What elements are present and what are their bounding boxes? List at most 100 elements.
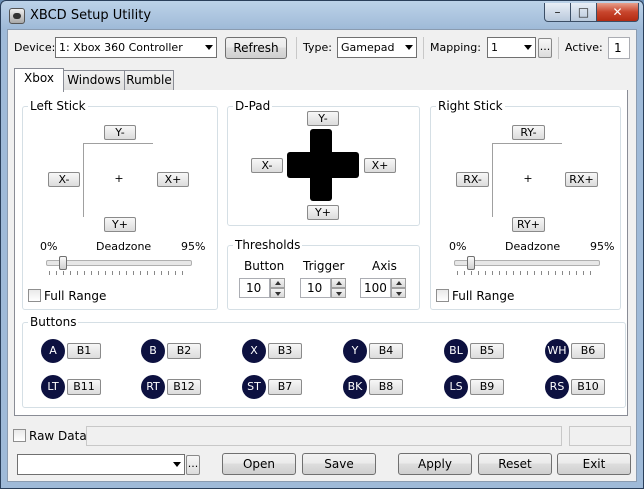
- chevron-down-icon: [405, 45, 413, 50]
- left-full-range-checkbox[interactable]: [28, 289, 41, 302]
- pad-button-bk: BK: [343, 375, 367, 399]
- save-button[interactable]: Save: [302, 453, 376, 475]
- active-label: Active:: [565, 41, 603, 54]
- tab-xbox[interactable]: Xbox: [14, 68, 64, 92]
- right-deadzone-slider[interactable]: [454, 260, 600, 266]
- type-select-value: Gamepad: [341, 41, 395, 54]
- type-select[interactable]: Gamepad: [337, 37, 417, 58]
- pad-button-b: B: [141, 339, 165, 363]
- right-deadzone-label: Deadzone: [505, 240, 561, 253]
- raw-data-display: [86, 426, 562, 446]
- left-stick-axis-horizontal: [83, 143, 153, 144]
- pad-button-a: A: [41, 339, 65, 363]
- chevron-down-icon: [524, 45, 532, 50]
- left-deadzone-slider[interactable]: [46, 260, 192, 266]
- file-select[interactable]: [17, 454, 185, 475]
- toolbar-divider: [423, 37, 424, 59]
- chevron-down-icon: [205, 45, 213, 50]
- left-deadzone-ticks: [49, 271, 189, 275]
- pad-button-st: ST: [242, 375, 266, 399]
- reset-button[interactable]: Reset: [478, 453, 552, 475]
- raw-data-label: Raw Data: [29, 429, 87, 443]
- map-button-rs[interactable]: B10: [571, 379, 605, 395]
- maximize-button[interactable]: □: [570, 3, 597, 22]
- map-button-bl[interactable]: B5: [470, 343, 504, 359]
- device-select-value: 1: Xbox 360 Controller: [59, 41, 183, 54]
- threshold-axis-spinner[interactable]: [391, 278, 406, 298]
- left-stick-y-minus-button[interactable]: Y-: [104, 125, 136, 140]
- thresholds-title: Thresholds: [233, 238, 303, 252]
- map-button-y[interactable]: B4: [369, 343, 403, 359]
- right-stick-axis-horizontal: [492, 143, 562, 144]
- left-stick-x-plus-button[interactable]: X+: [157, 172, 189, 187]
- map-button-a[interactable]: B1: [67, 343, 101, 359]
- crosshair-icon: +: [523, 172, 533, 185]
- pad-button-rt: RT: [141, 375, 165, 399]
- threshold-button-input[interactable]: 10: [239, 278, 270, 298]
- dpad-cross-icon: [287, 152, 359, 178]
- dpad-right-button[interactable]: X+: [364, 158, 396, 173]
- right-full-range-checkbox[interactable]: [436, 289, 449, 302]
- map-button-x[interactable]: B3: [268, 343, 302, 359]
- open-button-label: Open: [242, 457, 276, 471]
- minimize-button[interactable]: –: [544, 3, 571, 22]
- right-stick-ry-minus-button[interactable]: RY-: [512, 125, 545, 140]
- right-deadzone-slider-thumb[interactable]: [467, 256, 475, 270]
- map-button-st[interactable]: B7: [268, 379, 302, 395]
- left-stick-x-minus-button[interactable]: X-: [48, 172, 80, 187]
- threshold-axis-input[interactable]: 100: [360, 278, 391, 298]
- file-browse-button[interactable]: ...: [186, 455, 200, 475]
- dpad-left-button[interactable]: X-: [251, 158, 283, 173]
- device-select[interactable]: 1: Xbox 360 Controller: [55, 37, 217, 58]
- right-stick-ry-plus-button[interactable]: RY+: [512, 217, 545, 232]
- pad-button-bl: BL: [444, 339, 468, 363]
- active-value: 1: [608, 37, 630, 59]
- open-button[interactable]: Open: [222, 453, 296, 475]
- buttons-title: Buttons: [28, 315, 79, 329]
- dpad-title: D-Pad: [233, 99, 273, 113]
- mapping-select-value: 1: [491, 41, 498, 54]
- map-button-ls[interactable]: B9: [470, 379, 504, 395]
- right-stick-rx-minus-button[interactable]: RX-: [456, 172, 489, 187]
- threshold-button-label: Button: [244, 259, 285, 273]
- map-button-b[interactable]: B2: [167, 343, 201, 359]
- map-button-wh[interactable]: B6: [571, 343, 605, 359]
- threshold-trigger-label: Trigger: [303, 259, 345, 273]
- left-stick-axis-vertical: [83, 143, 84, 217]
- right-deadzone-min: 0%: [449, 240, 467, 253]
- threshold-trigger-input[interactable]: 10: [300, 278, 331, 298]
- title-bar[interactable]: XBCD Setup Utility – □ ✕: [2, 2, 644, 30]
- tab-windows[interactable]: Windows: [63, 70, 125, 91]
- raw-data-checkbox[interactable]: [13, 429, 26, 442]
- close-button[interactable]: ✕: [596, 3, 639, 22]
- dpad-down-button[interactable]: Y+: [307, 205, 339, 220]
- buttons-group: [22, 322, 626, 408]
- map-button-rt[interactable]: B12: [167, 379, 201, 395]
- left-deadzone-min: 0%: [40, 240, 58, 253]
- map-button-lt[interactable]: B11: [67, 379, 101, 395]
- left-stick-y-plus-button[interactable]: Y+: [104, 217, 136, 232]
- gamepad-icon: [9, 8, 25, 24]
- pad-button-lt: LT: [41, 375, 65, 399]
- pad-button-ls: LS: [444, 375, 468, 399]
- threshold-button-spinner[interactable]: [270, 278, 285, 298]
- right-deadzone-max: 95%: [590, 240, 615, 253]
- tab-rumble[interactable]: Rumble: [124, 70, 174, 91]
- mapping-browse-button[interactable]: ...: [538, 38, 552, 58]
- exit-button[interactable]: Exit: [557, 453, 631, 475]
- pad-button-x: X: [242, 339, 266, 363]
- refresh-button[interactable]: Refresh: [225, 37, 287, 59]
- apply-button[interactable]: Apply: [398, 453, 472, 475]
- left-deadzone-max: 95%: [181, 240, 206, 253]
- chevron-down-icon: [173, 462, 181, 467]
- threshold-trigger-spinner[interactable]: [331, 278, 346, 298]
- toolbar-divider: [296, 37, 297, 59]
- left-deadzone-slider-thumb[interactable]: [59, 256, 67, 270]
- window-title: XBCD Setup Utility: [30, 8, 152, 23]
- map-button-bk[interactable]: B8: [369, 379, 403, 395]
- dpad-up-button[interactable]: Y-: [307, 111, 339, 126]
- mapping-select[interactable]: 1: [487, 37, 536, 58]
- right-stick-title: Right Stick: [436, 99, 505, 113]
- device-label: Device:: [14, 41, 56, 54]
- right-stick-rx-plus-button[interactable]: RX+: [565, 172, 598, 187]
